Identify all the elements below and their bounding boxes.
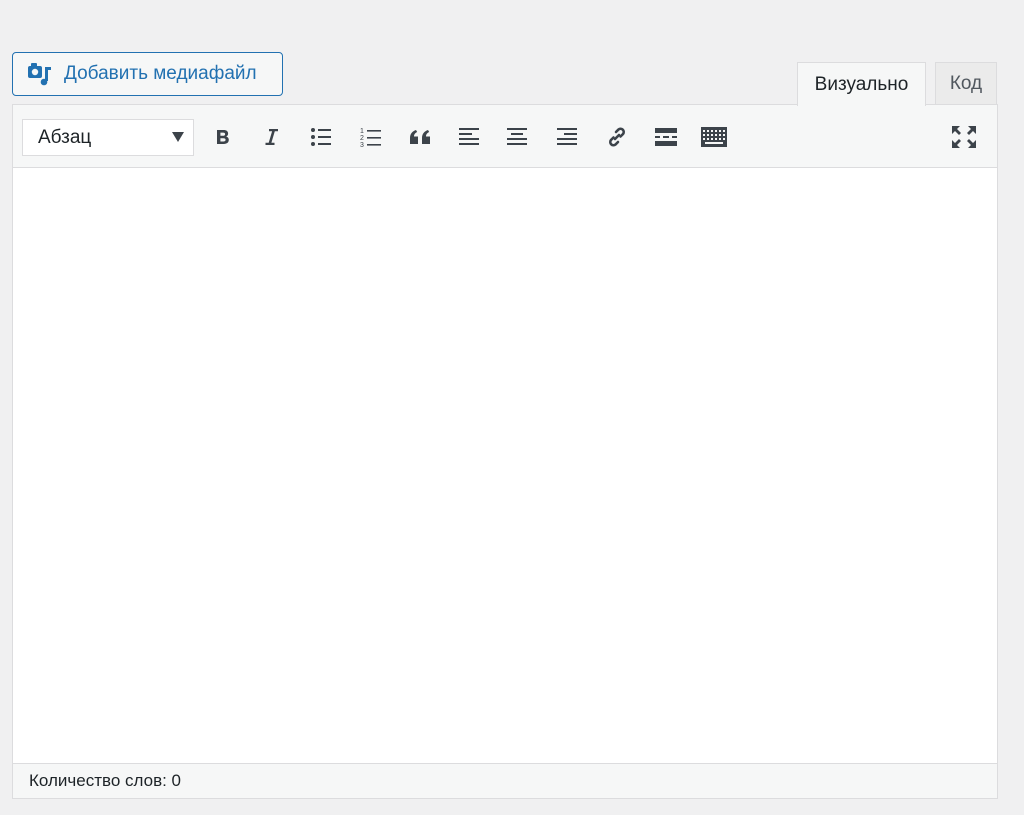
dropdown-caret-icon xyxy=(172,132,184,142)
format-select-value: Абзац xyxy=(38,126,92,148)
italic-button[interactable] xyxy=(253,119,289,155)
editor-statusbar: Количество слов: 0 xyxy=(13,763,997,798)
align-center-icon xyxy=(507,128,527,145)
quote-icon xyxy=(410,130,430,144)
align-right-icon xyxy=(557,128,577,145)
numbered-list-button[interactable]: 1 2 3 xyxy=(353,119,389,155)
tab-visual-label: Визуально xyxy=(814,73,909,95)
insert-link-button[interactable] xyxy=(599,119,635,155)
align-right-button[interactable] xyxy=(549,119,585,155)
svg-text:2: 2 xyxy=(360,135,364,142)
add-media-label: Добавить медиафайл xyxy=(64,63,257,84)
media-add-icon xyxy=(27,61,53,87)
svg-text:3: 3 xyxy=(360,142,364,148)
tab-visual[interactable]: Визуально xyxy=(797,62,926,106)
keyboard-icon xyxy=(701,127,727,147)
svg-text:1: 1 xyxy=(360,128,364,135)
align-left-icon xyxy=(459,128,479,145)
add-media-button[interactable]: Добавить медиафайл xyxy=(12,52,283,96)
bold-button[interactable] xyxy=(205,119,241,155)
word-count: Количество слов: 0 xyxy=(29,771,182,790)
toolbar-toggle-button[interactable] xyxy=(696,119,732,155)
italic-icon xyxy=(265,129,278,145)
align-left-button[interactable] xyxy=(451,119,487,155)
align-center-button[interactable] xyxy=(499,119,535,155)
bold-icon xyxy=(217,130,229,144)
bulleted-list-button[interactable] xyxy=(303,119,339,155)
read-more-button[interactable] xyxy=(648,119,684,155)
editor: Абзац 1 2 3 Количество слов: 0 xyxy=(12,104,998,799)
fullscreen-icon xyxy=(952,126,976,148)
editor-toolbar: Абзац 1 2 3 xyxy=(13,105,997,168)
numbered-list-icon: 1 2 3 xyxy=(360,128,381,148)
format-select[interactable]: Абзац xyxy=(22,119,194,156)
fullscreen-button[interactable] xyxy=(946,119,982,155)
read-more-icon xyxy=(655,128,677,146)
tab-code[interactable]: Код xyxy=(935,62,997,105)
editor-content-area[interactable] xyxy=(13,168,997,763)
bulleted-list-icon xyxy=(311,128,331,146)
blockquote-button[interactable] xyxy=(402,119,438,155)
link-icon xyxy=(609,127,625,147)
tab-code-label: Код xyxy=(949,73,983,94)
